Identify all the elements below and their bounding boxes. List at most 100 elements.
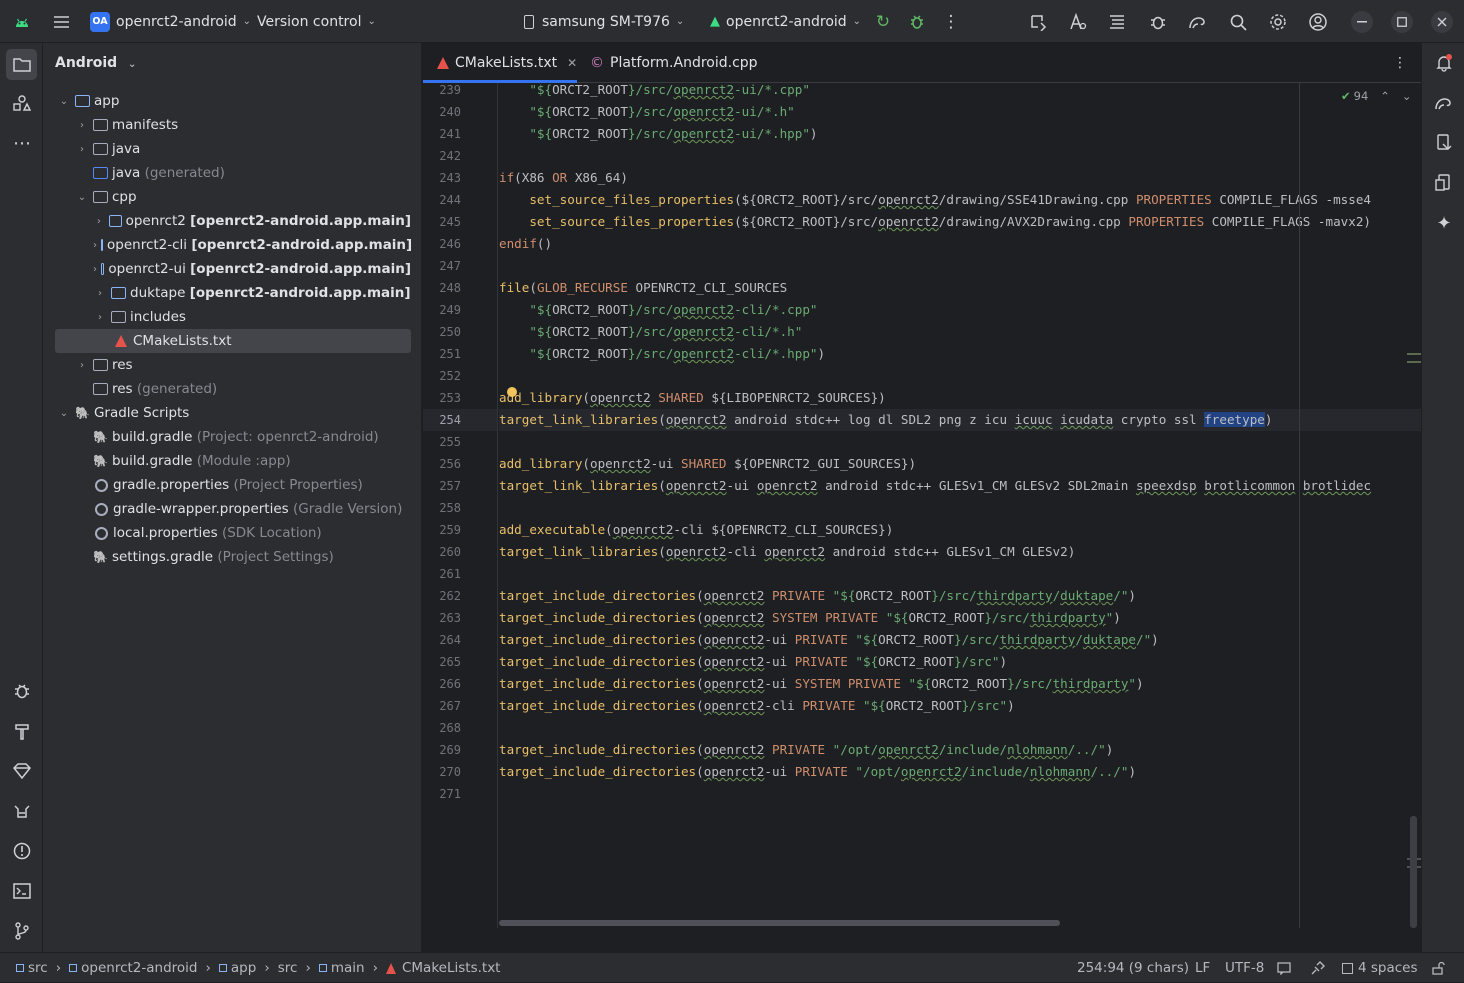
code-line: target_include_directories(openrct2 PRIV… [499,742,1114,757]
tree-item-res-generated[interactable]: res (generated) [55,377,411,401]
resource-manager-icon[interactable] [10,91,34,115]
line-number: 244 [439,193,461,207]
tree-item-gradle-properties[interactable]: gradle.properties (Project Properties) [55,473,411,497]
caret-position[interactable]: 254:94 (9 chars) [1077,953,1189,983]
tree-item-res[interactable]: › res [55,353,411,377]
breadcrumb-item[interactable]: src [278,960,298,976]
indent-label: 4 spaces [1358,960,1418,976]
tab-cmakelists[interactable]: CMakeLists.txt ✕ [423,43,577,83]
run-config-selector[interactable]: ▲ openrct2-android ⌄ [710,0,861,43]
device-selector[interactable]: samsung SM-T976 ⌄ [524,0,684,43]
more-options-icon[interactable]: ⋮ [940,11,962,33]
notifications-bell-icon[interactable] [1432,51,1456,75]
tree-item-label: includes [130,309,186,325]
tree-item-openrct2-cli[interactable]: › openrct2-cli [openrct2-android.app.mai… [55,233,412,257]
tree-item-java-generated[interactable]: java (generated) [55,161,411,185]
chevron-right-icon: › [98,311,102,323]
tree-item-includes[interactable]: › includes [55,305,411,329]
line-number: 246 [439,237,461,251]
file-encoding[interactable]: UTF-8 [1225,953,1264,983]
tree-item-label: manifests [112,117,179,133]
ai-assistant-sparkle-icon[interactable]: ✦ [1432,211,1456,235]
account-icon[interactable] [1307,11,1329,33]
gradle-panel-icon[interactable] [1432,91,1456,115]
horizontal-scrollbar[interactable] [499,920,1060,926]
search-actions-icon[interactable] [1067,11,1089,33]
tab-platform-android-cpp[interactable]: © Platform.Android.cpp [586,43,758,83]
line-ending[interactable]: LF [1195,953,1210,983]
line-number: 261 [439,567,461,581]
gradle-icon: 🐘 [75,406,90,420]
chevron-right-icon: › [305,960,311,976]
breadcrumb-item[interactable]: CMakeLists.txt [402,960,501,976]
inspection-widget[interactable]: ✔ 94 ⌃ ⌄ [1341,89,1412,103]
tree-item-gradle-wrapper-properties[interactable]: gradle-wrapper.properties (Gradle Versio… [55,497,411,521]
breadcrumb-item[interactable]: main [331,960,365,976]
lock-icon[interactable] [1432,953,1445,983]
tree-item-duktape[interactable]: › duktape [openrct2-android.app.main] [55,281,411,305]
gear-icon[interactable] [1267,11,1289,33]
tree-item-openrct2-ui[interactable]: › openrct2-ui [openrct2-android.app.main… [55,257,411,281]
main-menu-icon[interactable] [50,11,72,33]
indent-icon [1342,962,1353,974]
comment-icon[interactable] [1277,953,1291,983]
tree-item-local-properties[interactable]: local.properties (SDK Location) [55,521,411,545]
tree-item-settings-gradle[interactable]: 🐘 settings.gradle (Project Settings) [55,545,411,569]
device-name: samsung SM-T976 [542,13,670,30]
chevron-up-icon[interactable]: ⌃ [1380,89,1390,103]
debug-bug-icon[interactable] [10,679,34,703]
search-icon[interactable] [1227,11,1249,33]
code-editor[interactable]: "${ORCT2_ROOT}/src/openrct2-ui/*.cpp" "$… [499,83,1421,963]
code-line: target_include_directories(openrct2-cli … [499,698,1015,713]
tree-item-build-gradle-project[interactable]: 🐘 build.gradle (Project: openrct2-androi… [55,425,411,449]
tree-item-app[interactable]: ⌄ app [55,89,411,113]
module-icon [69,964,78,972]
project-folder-icon[interactable] [6,49,37,80]
logcat-icon[interactable] [10,799,34,823]
tree-item-build-gradle-module[interactable]: 🐘 build.gradle (Module :app) [55,449,411,473]
build-hammer-icon[interactable] [10,719,34,743]
breadcrumb-item[interactable]: app [231,960,256,976]
version-control-menu[interactable]: Version control ⌄ [257,0,376,43]
minimize-icon[interactable] [1351,11,1373,33]
close-tab-icon[interactable]: ✕ [567,56,577,70]
refresh-icon[interactable]: ↻ [872,11,894,33]
close-icon[interactable] [1431,11,1453,33]
line-number: 259 [439,523,461,537]
project-view-selector[interactable]: Android ⌄ [55,55,136,71]
debugger-icon[interactable] [1147,11,1169,33]
chevron-down-icon[interactable]: ⌄ [1402,89,1412,103]
lightbulb-icon[interactable] [507,387,517,397]
gradle-icon[interactable] [1187,11,1209,33]
power-save-icon[interactable] [1310,953,1325,983]
settings-gear-icon [95,526,108,540]
tree-item-manifests[interactable]: › manifests [55,113,411,137]
breadcrumb-item[interactable]: src [28,960,48,976]
tree-item-openrct2[interactable]: › openrct2 [openrct2-android.app.main] [55,209,411,233]
problems-icon[interactable] [10,839,34,863]
code-line: "${ORCT2_ROOT}/src/openrct2-ui/*.h" [529,104,795,119]
line-number-current: 254 [439,413,461,427]
running-devices-icon[interactable] [1432,171,1456,195]
tree-item-cmakelists[interactable]: CMakeLists.txt [55,329,411,353]
chevron-right-icon: › [55,960,62,976]
tree-item-cpp[interactable]: ⌄ cpp [55,185,411,209]
sync-gradle-icon[interactable] [1027,11,1049,33]
version-control-branch-icon[interactable] [10,919,34,943]
vertical-scrollbar[interactable] [1410,816,1417,928]
indent-setting[interactable]: 4 spaces [1342,953,1418,983]
more-tools-icon[interactable]: ⋯ [10,131,34,155]
structure-icon[interactable] [1107,11,1129,33]
code-line: "${ORCT2_ROOT}/src/openrct2-cli/*.h" [529,324,803,339]
project-selector[interactable]: OA openrct2-android ⌄ [90,0,251,43]
right-margin-guide [1299,83,1300,928]
terminal-icon[interactable] [10,879,34,903]
breadcrumb-item[interactable]: openrct2-android [81,960,197,976]
maximize-icon[interactable] [1391,11,1413,33]
profiler-gem-icon[interactable] [10,759,34,783]
tab-options-icon[interactable]: ⋮ [1393,43,1407,83]
debug-icon[interactable] [906,11,928,33]
device-manager-icon[interactable] [1432,131,1456,155]
tree-item-gradle-scripts[interactable]: ⌄ 🐘 Gradle Scripts [55,401,411,425]
tree-item-java[interactable]: › java [55,137,411,161]
